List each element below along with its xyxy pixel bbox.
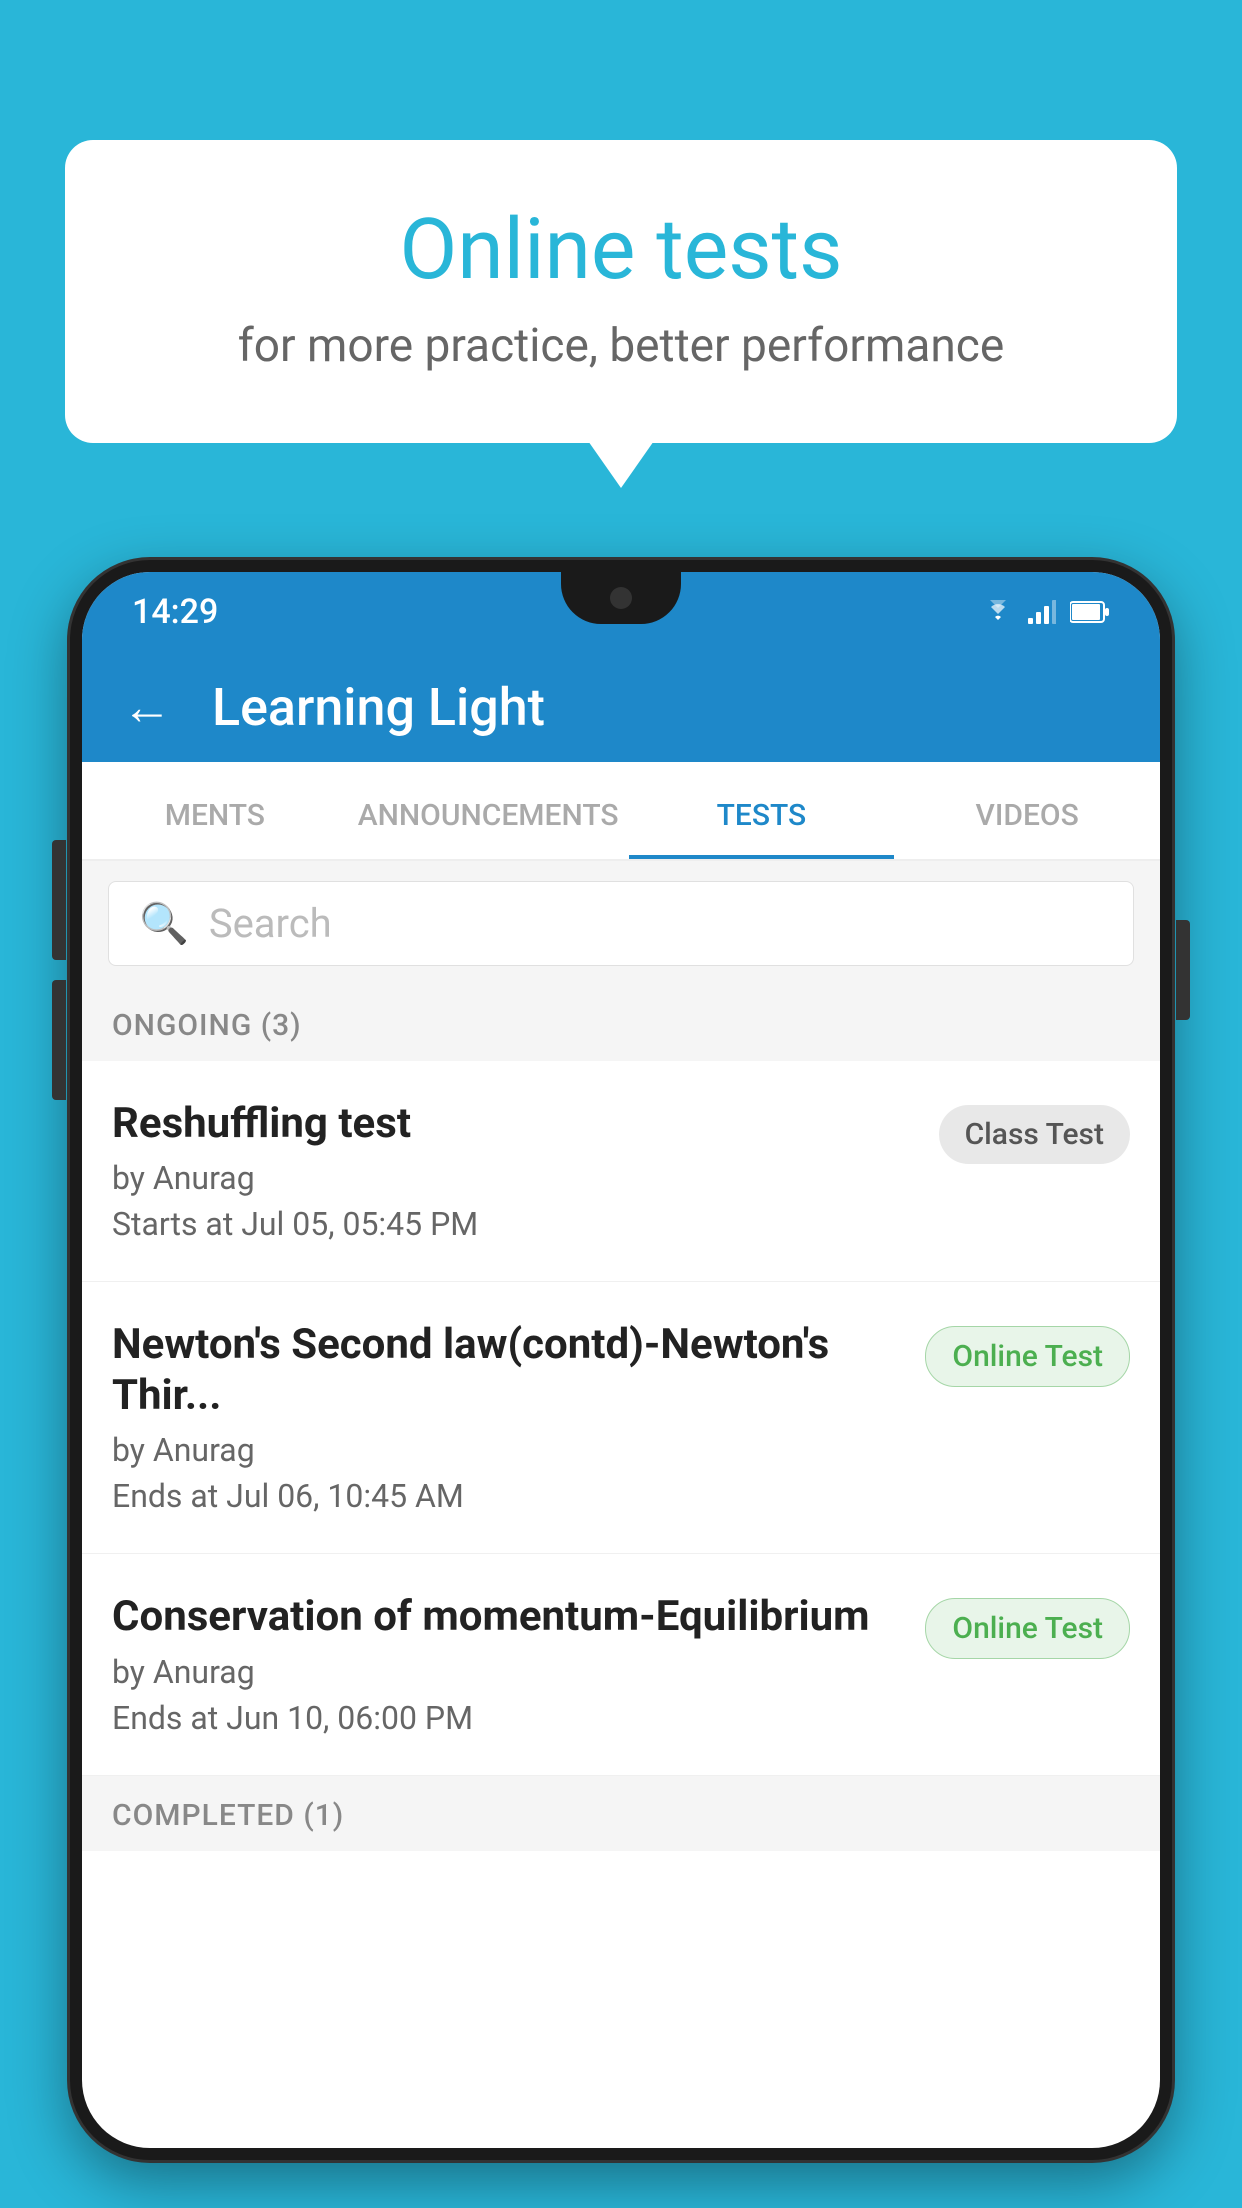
ongoing-label: ONGOING (3): [112, 1008, 302, 1043]
app-title: Learning Light: [212, 677, 545, 738]
test-item-1[interactable]: Reshuffling test by Anurag Starts at Jul…: [82, 1061, 1160, 1282]
test-list: Reshuffling test by Anurag Starts at Jul…: [82, 1061, 1160, 1776]
signal-icon: [1028, 600, 1056, 624]
search-bar[interactable]: 🔍 Search: [108, 881, 1134, 966]
test-item-3[interactable]: Conservation of momentum-Equilibrium by …: [82, 1554, 1160, 1775]
speech-bubble-subtitle: for more practice, better performance: [145, 319, 1097, 373]
test-info-1: Reshuffling test by Anurag Starts at Jul…: [112, 1099, 919, 1243]
search-icon: 🔍: [139, 900, 189, 947]
speech-bubble-title: Online tests: [145, 200, 1097, 299]
test-name-2: Newton's Second law(contd)-Newton's Thir…: [112, 1320, 905, 1421]
speech-bubble: Online tests for more practice, better p…: [65, 140, 1177, 443]
test-author-1: by Anurag: [112, 1159, 919, 1197]
phone-device: 14:29: [70, 560, 1172, 2160]
test-time-3: Ends at Jun 10, 06:00 PM: [112, 1699, 905, 1737]
completed-label: COMPLETED (1): [112, 1798, 344, 1833]
tab-tests[interactable]: TESTS: [629, 762, 895, 859]
tab-bar: MENTS ANNOUNCEMENTS TESTS VIDEOS: [82, 762, 1160, 861]
speech-bubble-container: Online tests for more practice, better p…: [65, 140, 1177, 443]
test-info-2: Newton's Second law(contd)-Newton's Thir…: [112, 1320, 905, 1515]
test-badge-1: Class Test: [939, 1105, 1130, 1164]
status-icons: [982, 600, 1110, 624]
tab-ments[interactable]: MENTS: [82, 762, 348, 859]
test-badge-3: Online Test: [925, 1598, 1130, 1659]
test-name-3: Conservation of momentum-Equilibrium: [112, 1592, 905, 1642]
tab-announcements[interactable]: ANNOUNCEMENTS: [348, 762, 629, 859]
test-info-3: Conservation of momentum-Equilibrium by …: [112, 1592, 905, 1736]
status-bar: 14:29: [82, 572, 1160, 652]
camera: [610, 587, 632, 609]
completed-section: COMPLETED (1): [82, 1776, 1160, 1851]
wifi-icon: [982, 600, 1014, 624]
notch: [561, 572, 681, 624]
app-header: ← Learning Light: [82, 652, 1160, 762]
ongoing-section-header: ONGOING (3): [82, 986, 1160, 1061]
test-name-1: Reshuffling test: [112, 1099, 919, 1149]
test-author-2: by Anurag: [112, 1431, 905, 1469]
back-button[interactable]: ←: [122, 678, 172, 737]
test-author-3: by Anurag: [112, 1653, 905, 1691]
status-time: 14:29: [132, 592, 218, 632]
phone-screen: 14:29: [82, 572, 1160, 2148]
phone-wrapper: 14:29: [70, 560, 1172, 2208]
search-input[interactable]: Search: [209, 900, 332, 947]
test-item-2[interactable]: Newton's Second law(contd)-Newton's Thir…: [82, 1282, 1160, 1554]
tab-videos[interactable]: VIDEOS: [894, 762, 1160, 859]
test-time-2: Ends at Jul 06, 10:45 AM: [112, 1477, 905, 1515]
test-time-1: Starts at Jul 05, 05:45 PM: [112, 1205, 919, 1243]
search-container: 🔍 Search: [82, 861, 1160, 986]
battery-icon: [1070, 600, 1110, 624]
test-badge-2: Online Test: [925, 1326, 1130, 1387]
